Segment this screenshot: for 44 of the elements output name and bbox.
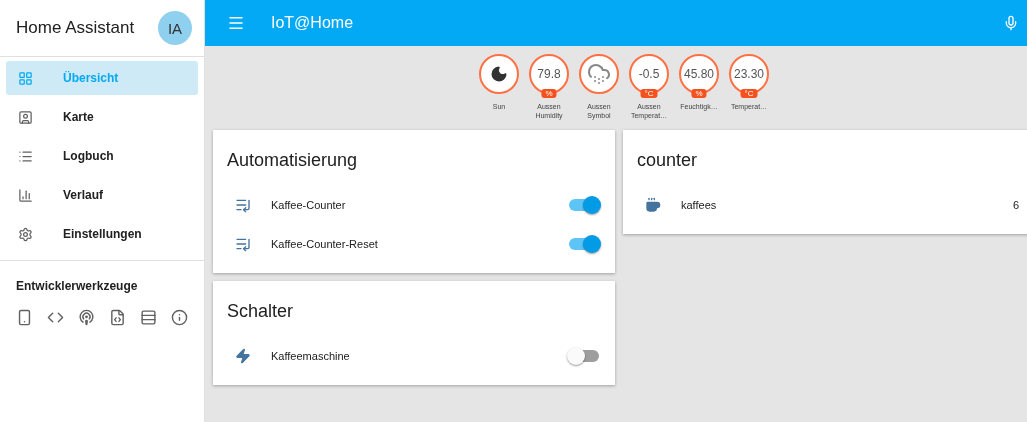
cloud-snow-icon xyxy=(587,62,611,86)
moon-icon xyxy=(490,65,508,83)
person-card-icon xyxy=(18,109,33,125)
entity-name: Kaffee-Counter xyxy=(271,198,347,211)
bar-chart-icon xyxy=(18,187,33,203)
menu-icon[interactable] xyxy=(227,14,245,32)
section-title: Entwicklerwerkzeuge xyxy=(15,278,139,295)
file-code-icon[interactable] xyxy=(109,309,126,326)
settings-icon xyxy=(18,226,33,242)
card-title: counter xyxy=(637,150,699,171)
unit-label: % xyxy=(541,89,557,98)
entity-name: Kaffeemaschine xyxy=(271,349,351,362)
grid-icon xyxy=(18,70,33,86)
toggle-switch[interactable] xyxy=(569,237,599,250)
unit-label: °C xyxy=(740,89,758,98)
broadcast-icon[interactable] xyxy=(78,309,95,326)
toggle-switch[interactable] xyxy=(569,198,599,211)
badge-value: 45.80 xyxy=(684,67,714,81)
toggle-switch[interactable] xyxy=(569,349,599,362)
lightning-icon xyxy=(235,347,251,364)
nav-item[interactable]: Einstellungen xyxy=(6,217,198,251)
card-title: Automatisierung xyxy=(227,150,359,171)
microphone-icon[interactable] xyxy=(1003,15,1019,31)
entity-name: Kaffee-Counter-Reset xyxy=(271,237,379,250)
list-icon xyxy=(18,148,33,164)
user-avatar[interactable]: IA xyxy=(158,11,192,45)
rows-icon[interactable] xyxy=(140,309,157,326)
page-title: IoT@Home xyxy=(271,14,355,32)
entity-value: 6 xyxy=(1012,198,1019,211)
card-title: Schalter xyxy=(227,301,295,322)
info-icon[interactable] xyxy=(171,309,188,326)
badge-value: 23.30 xyxy=(734,67,764,81)
sensor-badge[interactable] xyxy=(479,54,519,94)
cup-icon xyxy=(645,196,661,213)
unit-label: % xyxy=(691,89,707,98)
unit-label: °C xyxy=(640,89,658,98)
badge-value: -0.5 xyxy=(638,67,660,81)
entity-name: kaffees xyxy=(681,198,718,211)
app-title: Home Assistant xyxy=(16,18,135,38)
badge-value: 79.8 xyxy=(537,67,561,81)
remote-icon[interactable] xyxy=(16,309,33,326)
nav-item[interactable]: Logbuch xyxy=(6,139,198,173)
nav-item[interactable]: Karte xyxy=(6,100,198,134)
nav-item[interactable]: Verlauf xyxy=(6,178,198,212)
